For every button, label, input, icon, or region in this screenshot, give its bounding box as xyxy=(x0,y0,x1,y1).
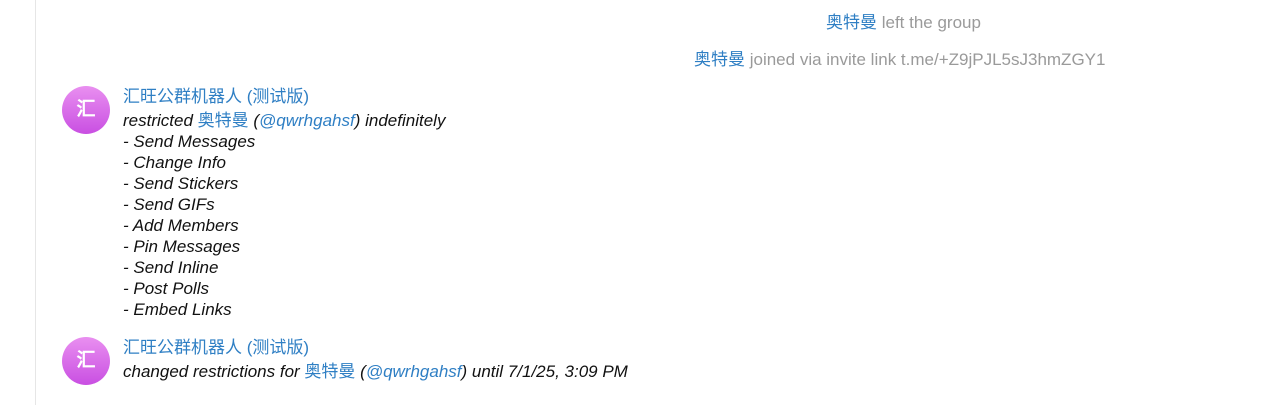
service-user-name[interactable]: 奥特曼 xyxy=(694,50,745,69)
restriction-item: - Embed Links xyxy=(123,300,232,319)
restriction-item: - Send Stickers xyxy=(123,174,239,193)
avatar[interactable]: 汇 xyxy=(62,86,110,134)
restriction-item: - Post Polls xyxy=(123,279,209,298)
service-text: left the group xyxy=(877,13,981,32)
action-text: restricted xyxy=(123,111,198,130)
sender-name[interactable]: 汇旺公群机器人 (测试版) xyxy=(123,86,309,108)
restriction-item: - Add Members xyxy=(123,216,239,235)
restriction-summary: restricted 奥特曼 (@qwrhgahsf) indefinitely xyxy=(123,110,445,131)
target-user-name[interactable]: 奥特曼 xyxy=(198,111,249,130)
action-text: changed restrictions for xyxy=(123,362,305,381)
user-handle-link[interactable]: @qwrhgahsf xyxy=(366,362,462,381)
service-text: joined via invite link t.me/+Z9jPJL5sJ3h… xyxy=(745,50,1106,69)
until-text: ) until 7/1/25, 3:09 PM xyxy=(461,362,628,381)
restriction-item: - Change Info xyxy=(123,153,227,172)
restriction-item: - Send GIFs xyxy=(123,195,215,214)
service-user-name[interactable]: 奥特曼 xyxy=(826,13,877,32)
paren-open: ( xyxy=(355,362,366,381)
service-message-joined: 奥特曼 joined via invite link t.me/+Z9jPJL5… xyxy=(694,49,1105,71)
paren-open: ( xyxy=(248,111,260,130)
service-message-left-group: 奥特曼 left the group xyxy=(826,12,981,34)
chat-left-border xyxy=(35,0,36,405)
sender-name[interactable]: 汇旺公群机器人 (测试版) xyxy=(123,337,309,359)
avatar[interactable]: 汇 xyxy=(62,337,110,385)
restriction-item: - Send Inline xyxy=(123,258,219,277)
restriction-item: - Pin Messages xyxy=(123,237,241,256)
restriction-item: - Send Messages xyxy=(123,132,256,151)
restriction-change-summary: changed restrictions for 奥特曼 (@qwrhgahsf… xyxy=(123,361,628,382)
target-user-name[interactable]: 奥特曼 xyxy=(304,362,355,381)
duration-text: ) indefinitely xyxy=(354,111,446,130)
user-handle-link[interactable]: @qwrhgahsf xyxy=(259,111,355,130)
